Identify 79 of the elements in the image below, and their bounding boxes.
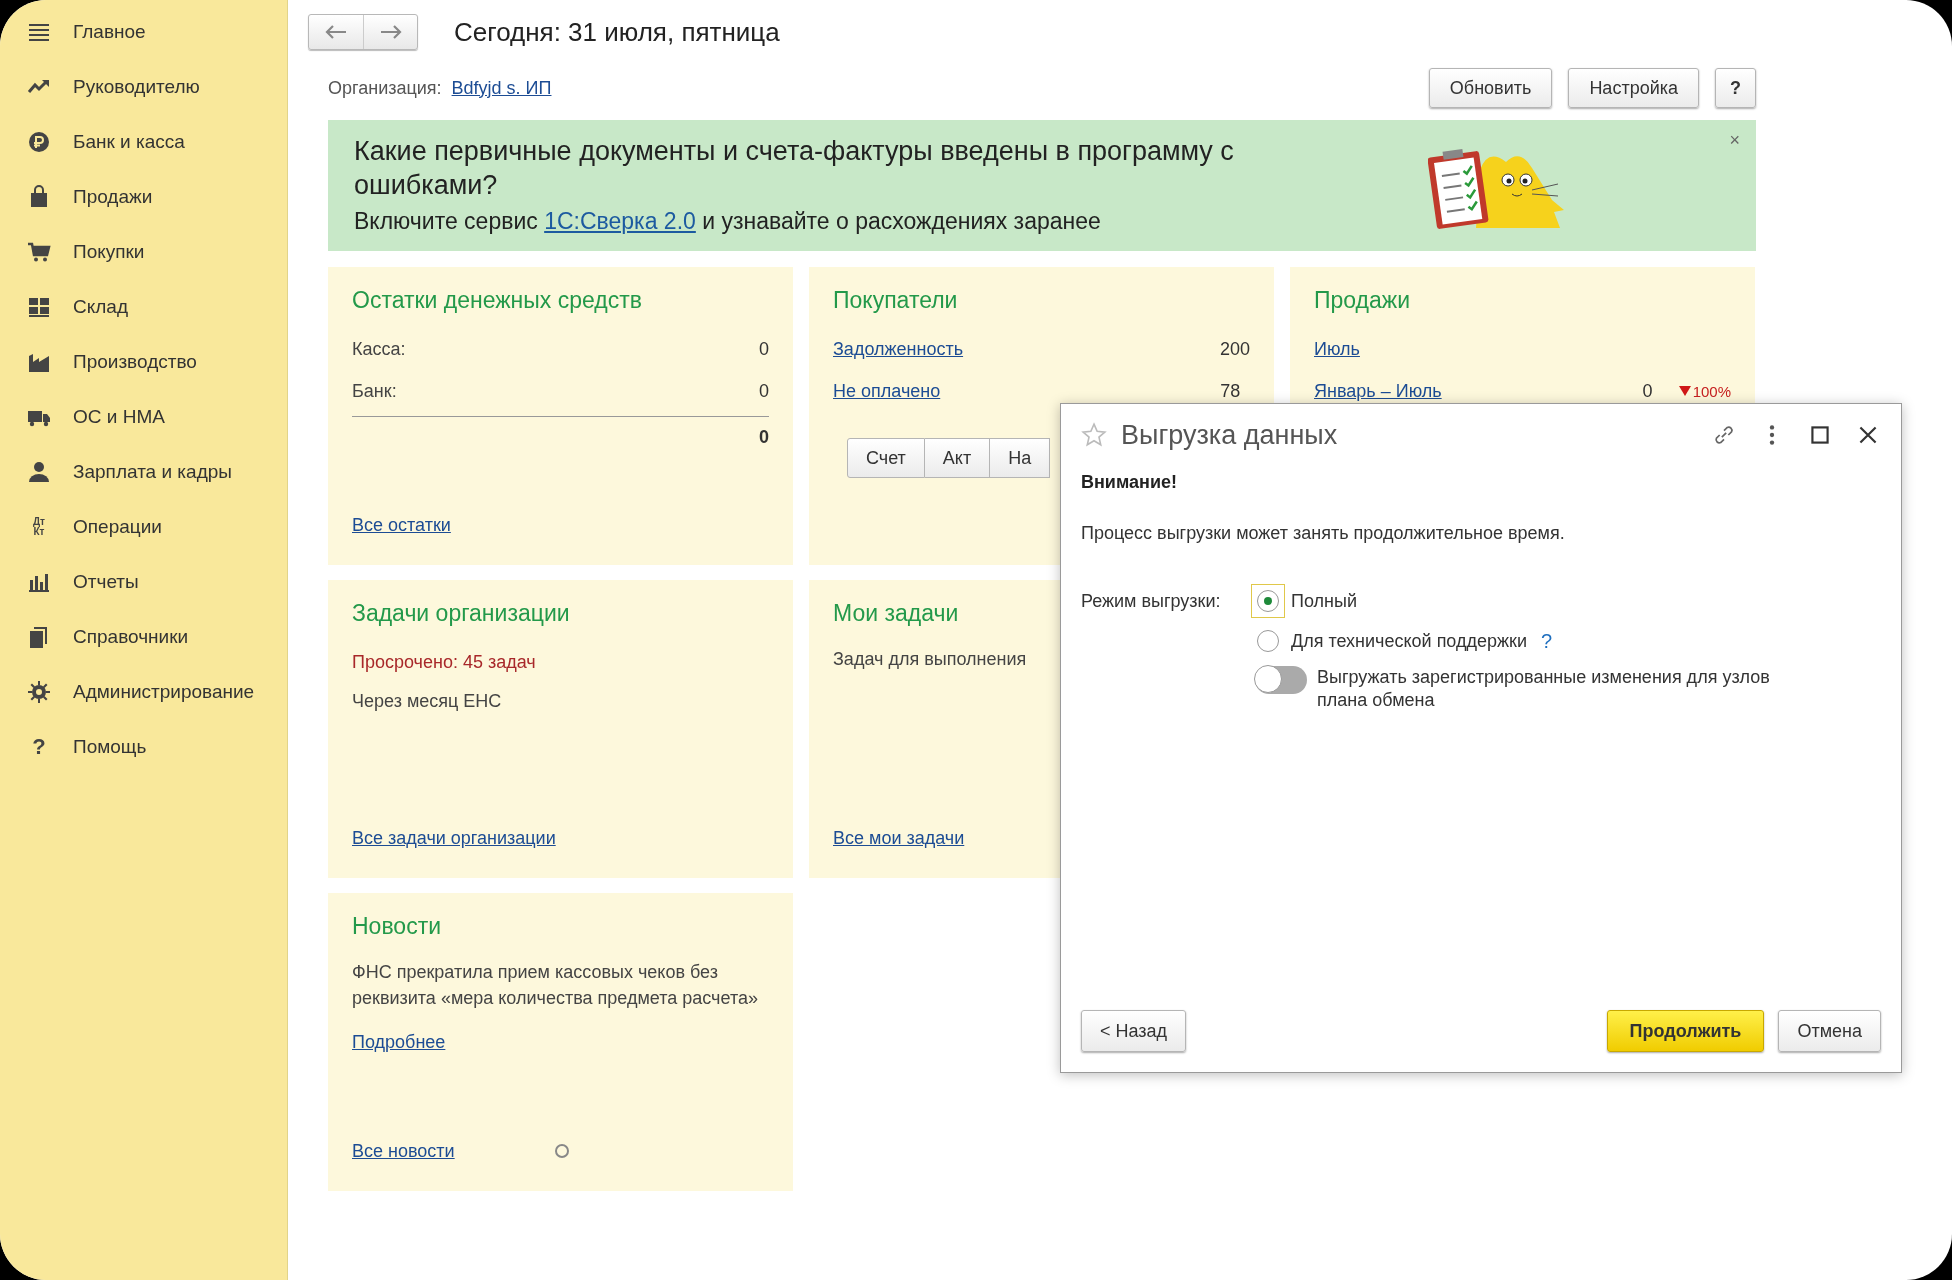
toolbar-button[interactable]: Обновить: [1428, 68, 1553, 108]
row-label: Банк:: [352, 380, 397, 402]
card-title: Новости: [352, 913, 442, 940]
card-title: Покупатели: [833, 287, 958, 314]
sidebar-item[interactable]: Склад: [73, 295, 128, 318]
row-link[interactable]: Не оплачено: [833, 380, 941, 402]
card-text: ФНС прекратила прием кассовых чеков без реквизита «мера количества предмета расчета»: [352, 961, 759, 1010]
organization-label: Организация:: [328, 77, 442, 99]
help-link[interactable]: ?: [1541, 629, 1553, 653]
row-value: 78: [1219, 380, 1241, 402]
banner-title: Какие первичные документы и счета-фактуры введены в программу с ошибками?: [354, 135, 1235, 202]
all-items-link[interactable]: Все задачи организации: [352, 827, 556, 849]
sidebar-item[interactable]: Покупки: [73, 240, 145, 263]
change-percent: 100%: [1692, 382, 1731, 400]
page-title: Сегодня: 31 июля, пятница: [454, 16, 780, 48]
service-link[interactable]: 1С:Сверка 2.0: [544, 208, 696, 235]
down-triangle-icon: [1678, 386, 1691, 396]
document-button[interactable]: Акт: [924, 438, 991, 478]
radio-button[interactable]: [1257, 630, 1279, 652]
sidebar-item[interactable]: ОС и НМА: [73, 405, 165, 428]
sidebar-item[interactable]: Руководителю: [73, 75, 200, 98]
all-items-link[interactable]: Все мои задачи: [833, 827, 965, 849]
row-value: 0: [759, 380, 769, 402]
radio-label[interactable]: Полный: [1291, 590, 1357, 612]
toggle-label: Выгружать зарегистрированные изменения для узлов плана обмена: [1317, 666, 1771, 713]
sidebar-item[interactable]: Администрирование: [73, 680, 255, 703]
cancel-button[interactable]: Отмена: [1778, 1010, 1881, 1052]
all-items-link[interactable]: Все остатки: [352, 514, 451, 536]
debit-credit-icon: Дт Кт: [27, 516, 51, 537]
card-text: Задач для выполнения: [833, 648, 1028, 671]
help-icon: ?: [27, 735, 51, 758]
radio-label[interactable]: Для технической поддержки: [1291, 630, 1527, 652]
sidebar-item[interactable]: Производство: [73, 350, 197, 373]
back-button[interactable]: < Назад: [1081, 1010, 1187, 1052]
banner-text: Включите сервис 1С:Сверка 2.0 и узнавайте о расхождениях заранее: [354, 208, 1102, 236]
card-title: Продажи: [1314, 287, 1411, 314]
row-link[interactable]: Январь – Июль: [1314, 380, 1442, 402]
row-value: 0: [759, 338, 769, 360]
right-arrow-icon: [379, 25, 402, 39]
card-title: Задачи организации: [352, 600, 570, 627]
document-button[interactable]: Счет: [847, 438, 925, 478]
star-icon[interactable]: [1081, 422, 1107, 448]
dialog-title: Выгрузка данных: [1121, 419, 1339, 451]
card-title: Мои задачи: [833, 600, 959, 627]
ruble-icon: [27, 129, 51, 154]
sidebar-item[interactable]: Главное: [73, 20, 146, 43]
help-button[interactable]: ?: [1715, 68, 1756, 108]
mode-label: Режим выгрузки:: [1081, 589, 1222, 613]
organization-link[interactable]: Bdfyjd s. ИП: [451, 77, 552, 99]
row-value: 0: [1642, 380, 1653, 402]
warning-heading: Внимание!: [1081, 472, 1178, 493]
card-text: Через месяц ЕНС: [352, 690, 503, 713]
card-link[interactable]: Подробнее: [352, 1031, 446, 1053]
row-link[interactable]: Задолженность: [833, 338, 964, 360]
overdue-text: Просрочено: 45 задач: [352, 651, 536, 673]
sidebar-item[interactable]: Отчеты: [73, 570, 139, 593]
sidebar-item[interactable]: Помощь: [73, 735, 147, 758]
total-value: 0: [759, 426, 769, 448]
row-value: 200: [1218, 338, 1250, 360]
card-link[interactable]: Июль: [1314, 338, 1360, 360]
toggle-switch[interactable]: [1255, 666, 1307, 694]
row-label: Касса:: [352, 338, 406, 360]
sidebar-item[interactable]: Справочники: [73, 625, 189, 648]
warning-text: Процесс выгрузки может занять продолжительное время.: [1081, 523, 1566, 544]
toolbar-button[interactable]: Настройка: [1568, 68, 1699, 108]
left-arrow-icon: [325, 25, 347, 39]
close-button[interactable]: ×: [1729, 130, 1740, 151]
sidebar-item[interactable]: Операции: [73, 515, 162, 538]
all-items-link[interactable]: Все новости: [352, 1140, 455, 1162]
sidebar-item[interactable]: Зарплата и кадры: [73, 460, 232, 483]
person-icon: [27, 459, 51, 484]
radio-button[interactable]: [1257, 590, 1279, 612]
document-button[interactable]: На: [990, 438, 1051, 478]
sidebar-item[interactable]: Продажи: [73, 185, 153, 208]
sidebar-item[interactable]: Банк и касса: [73, 130, 185, 153]
continue-button[interactable]: Продолжить: [1606, 1010, 1765, 1052]
loading-icon: [554, 1144, 569, 1158]
gear-icon: [27, 679, 51, 704]
card-title: Остатки денежных средств: [352, 287, 642, 314]
